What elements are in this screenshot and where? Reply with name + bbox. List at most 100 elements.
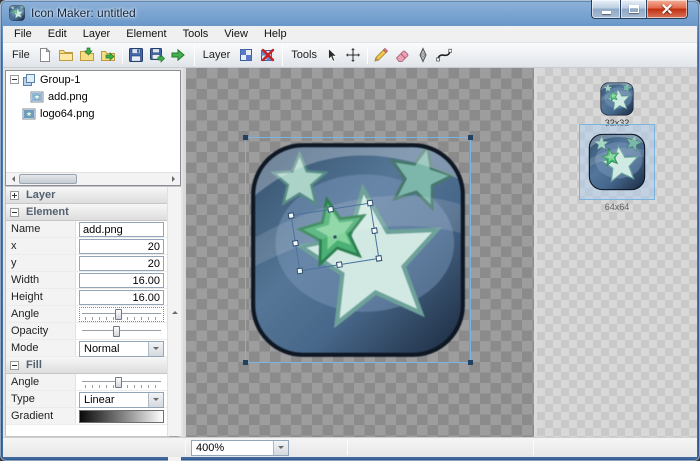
- fill-angle-slider[interactable]: [79, 375, 164, 390]
- collapse-toggle-icon[interactable]: [10, 75, 19, 84]
- titlebar[interactable]: Icon Maker: untitled: [0, 0, 700, 26]
- scroll-left-button[interactable]: [6, 173, 19, 185]
- preview-selection-box: [579, 124, 655, 200]
- preview-32[interactable]: 32x32: [537, 82, 697, 128]
- arrow-right-icon: [171, 176, 178, 182]
- minimize-button[interactable]: [591, 0, 620, 19]
- prop-row-fill-type: Type Linear: [6, 391, 167, 408]
- add-layer-button[interactable]: [235, 45, 256, 66]
- tree-item-logo64-png[interactable]: logo64.png: [6, 105, 180, 122]
- new-file-button[interactable]: [35, 45, 56, 66]
- slider-thumb[interactable]: [113, 326, 120, 337]
- prop-label: Type: [6, 391, 76, 407]
- pen-icon: [419, 47, 428, 63]
- save-icon: [129, 48, 144, 62]
- menu-tools[interactable]: Tools: [175, 26, 217, 42]
- save-folder-button[interactable]: [98, 45, 119, 66]
- tree-item-group-1[interactable]: Group-1: [6, 71, 180, 88]
- slider-thumb[interactable]: [114, 377, 122, 388]
- eraser-icon: [396, 50, 409, 62]
- properties-vertical-scrollbar[interactable]: [167, 187, 181, 461]
- image-icon: [22, 108, 36, 119]
- fill-type-value: Linear: [84, 393, 115, 406]
- prop-row-fill-angle: Angle: [6, 374, 167, 391]
- group-icon: [23, 73, 35, 86]
- statusbar: 400%: [3, 437, 697, 457]
- prop-label: Width: [6, 272, 76, 288]
- eraser-tool-button[interactable]: [392, 45, 413, 66]
- slider-track: [82, 330, 161, 332]
- selection-handle[interactable]: [468, 360, 473, 365]
- close-button[interactable]: [647, 0, 688, 19]
- prop-label: Angle: [6, 374, 76, 390]
- delete-layer-button[interactable]: [256, 45, 277, 66]
- section-header-fill[interactable]: Fill: [6, 357, 167, 374]
- layers-tree[interactable]: Group-1 add.png logo64.png: [5, 70, 181, 186]
- selection-handle[interactable]: [243, 360, 248, 365]
- zoom-select[interactable]: 400%: [191, 440, 289, 456]
- dropdown-button[interactable]: [148, 341, 163, 356]
- toolbar-group-layer-label: Layer: [202, 49, 231, 61]
- toolbar-separator: [282, 44, 284, 66]
- pen-tool-button[interactable]: [413, 45, 434, 66]
- open-folder-icon: [59, 50, 74, 61]
- import-folder-button[interactable]: [77, 45, 98, 66]
- section-header-layer[interactable]: Layer: [6, 187, 167, 204]
- toolbar: File Layer Tools: [3, 43, 697, 68]
- y-input[interactable]: [79, 256, 164, 271]
- prop-row-mode: Mode Normal: [6, 340, 167, 357]
- toolbar-divider: [366, 46, 368, 64]
- menu-edit[interactable]: Edit: [40, 26, 75, 42]
- prop-row-width: Width: [6, 272, 167, 289]
- gradient-editor[interactable]: [79, 410, 164, 423]
- menu-file[interactable]: File: [6, 26, 40, 42]
- pencil-tool-button[interactable]: [371, 45, 392, 66]
- mode-dropdown[interactable]: Normal: [79, 340, 164, 357]
- scroll-up-button[interactable]: [168, 187, 181, 436]
- scrollbar-thumb[interactable]: [19, 174, 77, 184]
- x-input[interactable]: [79, 239, 164, 254]
- maximize-button[interactable]: [620, 0, 647, 19]
- menu-element[interactable]: Element: [118, 26, 174, 42]
- tree-horizontal-scrollbar[interactable]: [6, 172, 180, 185]
- curve-tool-button[interactable]: [434, 45, 455, 66]
- add-layer-icon: [239, 49, 252, 61]
- collapse-toggle-icon[interactable]: [10, 360, 19, 370]
- dropdown-button[interactable]: [148, 392, 163, 407]
- image-icon: [30, 91, 44, 102]
- selection-handle[interactable]: [468, 135, 473, 140]
- name-input[interactable]: [79, 222, 164, 237]
- arrow-up-icon: [171, 308, 178, 314]
- dropdown-button[interactable]: [273, 441, 288, 455]
- canvas[interactable]: [186, 68, 534, 437]
- menu-view[interactable]: View: [216, 26, 256, 42]
- move-tool-button[interactable]: [343, 45, 364, 66]
- selection-handle[interactable]: [243, 135, 248, 140]
- width-input[interactable]: [79, 273, 164, 288]
- preview-64[interactable]: 64x64: [537, 124, 697, 212]
- fill-type-dropdown[interactable]: Linear: [79, 391, 164, 408]
- angle-slider[interactable]: [79, 307, 164, 322]
- section-header-element[interactable]: Element: [6, 204, 167, 221]
- chevron-down-icon: [153, 397, 159, 404]
- menu-layer[interactable]: Layer: [75, 26, 119, 42]
- app-logo-icon: [9, 5, 25, 21]
- menu-help[interactable]: Help: [256, 26, 295, 42]
- delete-layer-icon: [260, 48, 274, 62]
- maximize-icon: [628, 5, 639, 13]
- select-tool-button[interactable]: [322, 45, 343, 66]
- collapse-toggle-icon[interactable]: [10, 207, 19, 217]
- opacity-slider[interactable]: [79, 324, 164, 339]
- scroll-right-button[interactable]: [167, 173, 180, 185]
- open-folder-button[interactable]: [56, 45, 77, 66]
- scrollbar-track[interactable]: [77, 173, 167, 185]
- slider-thumb[interactable]: [114, 309, 122, 320]
- tree-item-add-png[interactable]: add.png: [6, 88, 180, 105]
- export-button[interactable]: [168, 45, 189, 66]
- save-button[interactable]: [126, 45, 147, 66]
- save-as-button[interactable]: [147, 45, 168, 66]
- prop-row-opacity: Opacity: [6, 323, 167, 340]
- expand-toggle-icon[interactable]: [10, 190, 19, 200]
- height-input[interactable]: [79, 290, 164, 305]
- layer-selection-box[interactable]: [243, 135, 473, 365]
